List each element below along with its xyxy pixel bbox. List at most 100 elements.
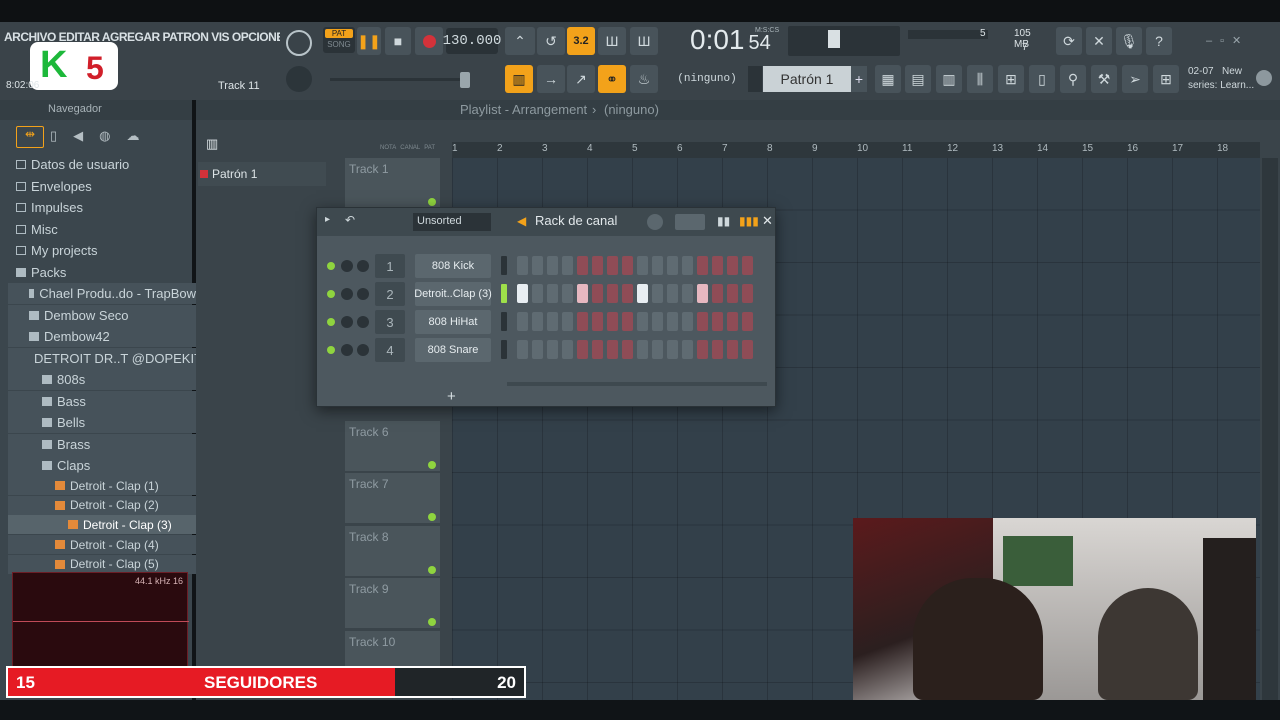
step-button[interactable]	[712, 340, 723, 359]
step-button[interactable]	[667, 284, 678, 303]
master-volume-knob[interactable]	[286, 30, 312, 56]
browser-item[interactable]: Misc	[8, 219, 196, 240]
channel-name-button[interactable]: Detroit..Clap (3)	[414, 282, 492, 306]
step-button[interactable]	[592, 284, 603, 303]
browser-item[interactable]: Bass	[8, 390, 196, 412]
add-pattern-button[interactable]: +	[851, 66, 867, 92]
browser-item[interactable]: My projects	[8, 240, 196, 261]
close-icon[interactable]: ✕	[762, 213, 773, 229]
volume-knob[interactable]	[357, 344, 369, 356]
track-header[interactable]: Track 7	[345, 473, 440, 523]
step-button[interactable]	[682, 256, 693, 275]
news-text[interactable]: series: Learn...	[1188, 80, 1254, 91]
tools-icon[interactable]: ⚒	[1091, 65, 1117, 93]
step-button[interactable]	[607, 284, 618, 303]
step-button[interactable]	[697, 312, 708, 331]
pause-button[interactable]: ❚❚	[357, 27, 381, 55]
channel-rack-icon[interactable]: ▥	[936, 65, 962, 93]
wait-input-button[interactable]: ↺	[537, 27, 565, 55]
step-button[interactable]	[712, 256, 723, 275]
browser-item[interactable]: Detroit - Clap (4)	[8, 535, 196, 555]
slider-thumb[interactable]	[460, 72, 470, 88]
step-button[interactable]	[637, 340, 648, 359]
step-button[interactable]	[742, 256, 753, 275]
browser-icon[interactable]: ⊞	[998, 65, 1024, 93]
channel-row[interactable]: 2 Detroit..Clap (3)	[317, 280, 777, 308]
step-button[interactable]	[607, 256, 618, 275]
step-button[interactable]	[652, 312, 663, 331]
track-mute-led[interactable]	[428, 513, 436, 521]
browser-item[interactable]: Bells	[8, 412, 196, 433]
step-button[interactable]	[652, 284, 663, 303]
playlist-icon[interactable]: ▥	[505, 65, 533, 93]
browser-item[interactable]: Detroit - Clap (5)	[8, 554, 196, 574]
step-button[interactable]	[682, 312, 693, 331]
news-title[interactable]: New	[1222, 66, 1242, 77]
channel-row[interactable]: 3 808 HiHat	[317, 308, 777, 336]
stamp-icon[interactable]: ♨	[630, 65, 658, 93]
tempo-display[interactable]: 130.000	[443, 28, 501, 54]
step-button[interactable]	[577, 284, 588, 303]
track-mute-led[interactable]	[428, 566, 436, 574]
step-button[interactable]	[592, 312, 603, 331]
channel-name-button[interactable]: 808 HiHat	[415, 310, 491, 334]
step-button[interactable]	[562, 256, 573, 275]
browser-item[interactable]: Dembow42	[8, 326, 196, 347]
pan-knob[interactable]	[341, 344, 353, 356]
pan-knob[interactable]	[341, 288, 353, 300]
step-button[interactable]	[637, 256, 648, 275]
timeline-ruler[interactable]: 1 2 3 4 5 6 7 8 9 10 11 12 13 14 15 16 17 18	[452, 142, 1260, 158]
swing-knob[interactable]	[647, 214, 663, 230]
metronome-button[interactable]: ⌃	[505, 27, 535, 55]
step-button[interactable]	[652, 340, 663, 359]
record-button[interactable]	[415, 27, 443, 55]
channel-select[interactable]	[501, 256, 507, 275]
channel-led[interactable]	[327, 290, 335, 298]
channel-name-button[interactable]: 808 Kick	[415, 254, 491, 278]
master-pitch-knob[interactable]	[286, 66, 312, 92]
step-button[interactable]	[517, 284, 528, 303]
step-view-icon[interactable]: ▮▮▮	[739, 214, 759, 228]
browser-item[interactable]: Packs	[8, 262, 196, 283]
step-button[interactable]	[592, 256, 603, 275]
step-button[interactable]	[622, 256, 633, 275]
stop-button[interactable]: ■	[385, 27, 411, 55]
track-mute-led[interactable]	[428, 198, 436, 206]
pattern-list-item[interactable]: Patrón 1	[198, 162, 326, 186]
pat-song-toggle[interactable]: PAT SONG	[323, 27, 355, 53]
browser-item[interactable]: Detroit - Clap (2)	[8, 495, 196, 515]
browser-item[interactable]: DETROIT DR..T @DOPEKIT	[8, 347, 196, 369]
microphone-icon[interactable]: 🎙	[1116, 27, 1142, 55]
step-button[interactable]	[562, 340, 573, 359]
channel-row[interactable]: 4 808 Snare	[317, 336, 777, 364]
volume-knob[interactable]	[357, 260, 369, 272]
help-icon[interactable]: ?	[1146, 27, 1172, 55]
sort-dropdown[interactable]: Unsorted	[413, 213, 491, 231]
browser-item[interactable]: Detroit - Clap (3)	[8, 515, 196, 535]
step-button[interactable]	[667, 256, 678, 275]
channel-led[interactable]	[327, 318, 335, 326]
browser-item[interactable]: Claps	[8, 455, 196, 476]
step-button[interactable]	[517, 312, 528, 331]
step-button[interactable]	[712, 312, 723, 331]
mixer-track-number[interactable]: 4	[375, 338, 405, 362]
track-mute-led[interactable]	[428, 618, 436, 626]
share-icon[interactable]: ➢	[1122, 65, 1148, 93]
account-icon[interactable]	[1256, 70, 1272, 86]
pan-knob[interactable]	[341, 260, 353, 272]
piano-icon[interactable]: ▥	[206, 136, 226, 152]
step-button[interactable]	[532, 340, 543, 359]
pan-knob[interactable]	[341, 316, 353, 328]
channel-row[interactable]: 1 808 Kick	[317, 252, 777, 280]
volume-knob[interactable]	[357, 316, 369, 328]
channel-led[interactable]	[327, 346, 335, 354]
step-button[interactable]	[532, 256, 543, 275]
swing-slider[interactable]	[675, 214, 705, 230]
step-button[interactable]	[697, 340, 708, 359]
rack-expand-icon[interactable]: ▸	[325, 214, 330, 225]
refresh-icon[interactable]: ⟳	[1056, 27, 1082, 55]
window-controls[interactable]: –▫✕	[1206, 34, 1270, 48]
rack-scrollbar[interactable]	[507, 382, 767, 386]
add-channel-button[interactable]: +	[447, 388, 456, 405]
mixer-track-number[interactable]: 3	[375, 310, 405, 334]
